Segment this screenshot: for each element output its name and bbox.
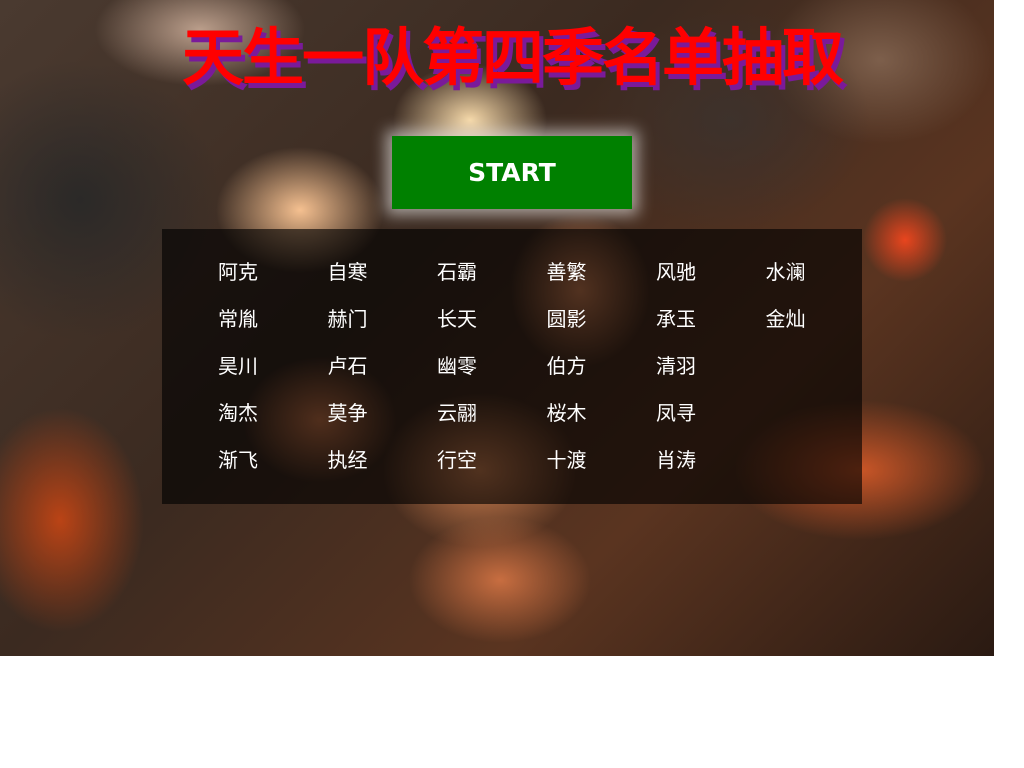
name-item: 善繁: [546, 260, 587, 284]
name-item: 水澜: [765, 260, 806, 284]
start-button[interactable]: START: [392, 136, 632, 209]
name-item: 桜木: [546, 401, 587, 425]
name-item: 执经: [327, 448, 368, 472]
name-empty-slot: [766, 390, 876, 437]
name-item: 圆影: [546, 307, 587, 331]
name-item: 莫争: [327, 401, 368, 425]
name-item: 长天: [437, 307, 477, 331]
name-item: 幽零: [437, 354, 477, 378]
name-item: 风驰: [656, 260, 696, 284]
name-grid: 阿克 自寒 石霸 善繁 风驰 水澜 常胤 赫门 长天 圆影 承玉 金灿 昊川 卢…: [218, 249, 875, 484]
name-item: 阿克: [218, 260, 258, 284]
name-item: 云翮: [437, 401, 477, 425]
name-item: 赫门: [327, 307, 368, 331]
name-item: 十渡: [546, 448, 587, 472]
name-list-panel: 阿克 自寒 石霸 善繁 风驰 水澜 常胤 赫门 长天 圆影 承玉 金灿 昊川 卢…: [162, 229, 862, 504]
name-item: 卢石: [327, 354, 368, 378]
name-item: 渐飞: [218, 448, 258, 472]
name-item: 肖涛: [656, 448, 696, 472]
name-empty-slot: [766, 343, 876, 390]
name-item: 凤寻: [656, 401, 696, 425]
name-item: 石霸: [437, 260, 477, 284]
name-item: 伯方: [546, 354, 587, 378]
background-photo: 天生一队第四季名单抽取 START 阿克 自寒 石霸 善繁 风驰 水澜 常胤 赫…: [0, 0, 994, 656]
name-empty-slot: [766, 437, 876, 484]
name-item: 行空: [437, 448, 477, 472]
name-item: 自寒: [327, 260, 368, 284]
name-item: 金灿: [765, 307, 806, 331]
name-item: 昊川: [218, 354, 258, 378]
name-item: 清羽: [656, 354, 696, 378]
name-item: 承玉: [656, 307, 696, 331]
name-item: 淘杰: [218, 401, 258, 425]
name-item: 常胤: [218, 307, 258, 331]
page-title: 天生一队第四季名单抽取: [181, 21, 844, 94]
